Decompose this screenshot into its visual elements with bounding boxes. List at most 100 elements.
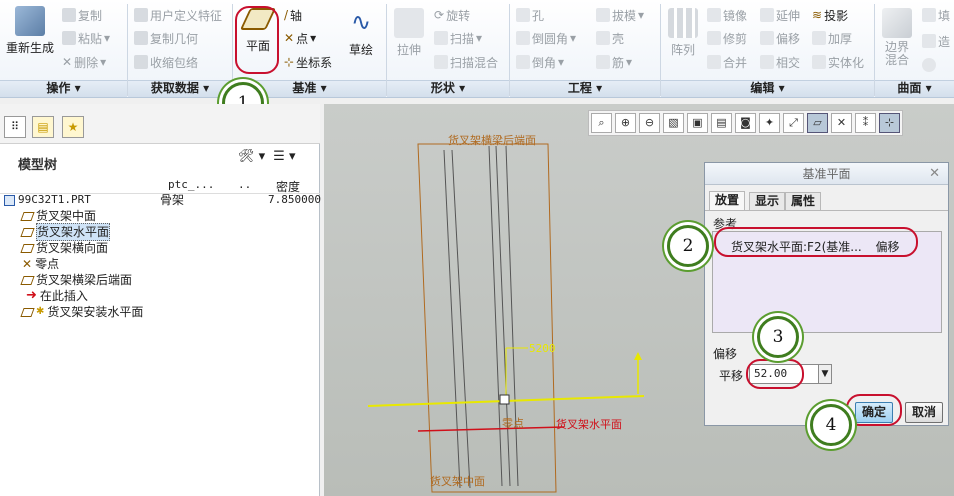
chevron-down-icon: ▼ — [821, 369, 829, 379]
chamfer-button[interactable]: 倒角 ▾ — [516, 53, 564, 71]
copy-button[interactable]: 复制 — [62, 6, 102, 24]
zoom-in-icon: ⊕ — [620, 116, 631, 129]
offset-button[interactable]: 偏移 — [760, 29, 800, 47]
ribbon: 重新生成 复制 粘贴 ▾ ✕ 删除 ▾ 用户定义特征 复制几何 收缩包络 平面 /… — [0, 0, 954, 98]
tree-item-mount-plane[interactable]: ✱ 货叉架安装水平面 — [20, 304, 143, 320]
sketch-button[interactable]: ∿ 草绘 — [344, 8, 378, 58]
offset-dropdown-button[interactable]: ▼ — [818, 364, 832, 384]
tab-folder-browser[interactable]: ▤ — [32, 116, 54, 138]
cancel-button[interactable]: 取消 — [905, 402, 944, 423]
axis-button[interactable]: / 轴 — [284, 6, 302, 24]
tree-item-zero-point[interactable]: ✕ 零点 — [22, 256, 59, 272]
axis-icon: / — [284, 8, 289, 22]
tab-placement[interactable]: 放置 — [709, 191, 746, 211]
fill-button[interactable]: 填 — [922, 6, 950, 24]
pattern-button[interactable]: 阵列 — [666, 8, 700, 58]
extrude-button[interactable]: 拉伸 — [392, 8, 426, 58]
extend-button[interactable]: 延伸 — [760, 6, 800, 24]
hole-button[interactable]: 孔 — [516, 6, 544, 24]
axis-display-icon: ⤢ — [789, 116, 798, 129]
boundary-blend-button[interactable]: 边界混合 — [880, 8, 914, 67]
style-button[interactable]: 造 — [922, 32, 950, 50]
plane-icon — [20, 243, 35, 253]
point-tag-button[interactable]: ⁑ — [855, 113, 876, 133]
point-button[interactable]: ✕ 点 ▾ — [284, 29, 316, 47]
new-feature-icon: ✱ — [36, 306, 45, 317]
tree-item-lateral-plane[interactable]: 货叉架横向面 — [20, 240, 108, 256]
viewport-label-horizontal: 货叉架水平面 — [556, 418, 622, 431]
shell-button[interactable]: 壳 — [596, 29, 624, 47]
tree-item-horizontal-plane[interactable]: 货叉架水平面 — [20, 223, 111, 241]
delete-button[interactable]: ✕ 删除 ▾ — [62, 53, 106, 71]
csys-button[interactable]: ⊹ 坐标系 — [284, 53, 332, 71]
sweep-icon — [434, 31, 448, 45]
repaint-button[interactable]: ▧ — [663, 113, 684, 133]
merge-button[interactable]: 合并 — [707, 53, 747, 71]
zoom-out-button[interactable]: ⊖ — [639, 113, 660, 133]
saved-views-button[interactable]: ▤ — [711, 113, 732, 133]
tab-display[interactable]: 显示 — [749, 192, 786, 210]
group-engineering[interactable]: 工程 ▾ — [510, 80, 660, 97]
group-shapes[interactable]: 形状 ▾ — [387, 80, 509, 97]
tree-item-insert-here[interactable]: ➜ 在此插入 — [26, 288, 88, 304]
column-header[interactable]: ptc_... — [168, 178, 214, 191]
trim-icon — [707, 31, 721, 45]
sweep-button[interactable]: 扫描 ▾ — [434, 29, 482, 47]
root-density: 7.850000 — [268, 193, 321, 206]
camera-icon: ◙ — [740, 116, 751, 129]
csys-display-icon: ⊹ — [884, 116, 895, 129]
revolve-button[interactable]: ⟳ 旋转 — [434, 6, 470, 24]
zoom-fit-icon: ⌕ — [598, 116, 605, 129]
tab-properties[interactable]: 属性 — [785, 192, 822, 210]
shrinkwrap-button[interactable]: 收缩包络 — [134, 53, 198, 71]
paste-button[interactable]: 粘贴 ▾ — [62, 29, 110, 47]
dialog-title-bar: 基准平面 ✕ — [705, 163, 948, 185]
tree-columns-button[interactable]: ☰ ▾ — [273, 149, 295, 164]
freestyle-button[interactable] — [922, 56, 936, 74]
viewport-label-top: 货叉架横梁后端面 — [448, 134, 536, 147]
rib-icon — [596, 55, 610, 69]
dimension-value[interactable]: 5200 — [529, 342, 556, 355]
group-surfaces[interactable]: 曲面 ▾ — [875, 80, 954, 97]
axis-display-button[interactable]: ⤢ — [783, 113, 804, 133]
intersect-button[interactable]: 相交 — [760, 53, 800, 71]
thicken-button[interactable]: 加厚 — [812, 29, 852, 47]
swept-blend-button[interactable]: 扫描混合 — [434, 53, 498, 71]
zoom-out-icon: ⊖ — [644, 116, 655, 129]
tree-settings-button[interactable]: 🛠 ▾ — [238, 149, 265, 164]
point-display-button[interactable]: ✕ — [831, 113, 852, 133]
trim-button[interactable]: 修剪 — [707, 29, 747, 47]
round-button[interactable]: 倒圆角 ▾ — [516, 29, 576, 47]
tree-root[interactable]: 99C32T1.PRT — [4, 192, 91, 208]
reference-highlight — [714, 227, 918, 257]
group-get-data[interactable]: 获取数据 ▾ — [128, 80, 232, 97]
mirror-button[interactable]: 镜像 — [707, 6, 747, 24]
spin-center-button[interactable]: ✦ — [759, 113, 780, 133]
close-icon[interactable]: ✕ — [929, 163, 940, 185]
rib-button[interactable]: 筋 ▾ — [596, 53, 632, 71]
tab-favorites[interactable]: ★ — [62, 116, 84, 138]
display-style-button[interactable]: ▣ — [687, 113, 708, 133]
copy-geometry-button[interactable]: 复制几何 — [134, 29, 198, 47]
zoom-fit-button[interactable]: ⌕ — [591, 113, 612, 133]
intersect-icon — [760, 55, 774, 69]
column-header[interactable]: .. — [238, 178, 251, 191]
offset-type-label: 平移 — [719, 369, 744, 383]
project-button[interactable]: ≋ 投影 — [812, 6, 848, 24]
tree-item-mid-plane[interactable]: 货叉架中面 — [20, 208, 96, 224]
udf-button[interactable]: 用户定义特征 — [134, 6, 222, 24]
drag-handle — [499, 394, 510, 405]
csys-display-button[interactable]: ⊹ — [879, 113, 900, 133]
boundary-blend-icon — [882, 8, 912, 38]
group-editing[interactable]: 编辑 ▾ — [661, 80, 874, 97]
tab-model-tree[interactable]: ⠿ — [4, 116, 26, 138]
zoom-in-button[interactable]: ⊕ — [615, 113, 636, 133]
solidify-button[interactable]: 实体化 — [812, 53, 864, 71]
folder-icon: ▤ — [37, 120, 49, 134]
group-operations[interactable]: 操作 ▾ — [0, 80, 127, 97]
regenerate-button[interactable]: 重新生成 — [4, 6, 56, 56]
view-manager-button[interactable]: ◙ — [735, 113, 756, 133]
plane-display-button[interactable]: ▱ — [807, 113, 828, 133]
tree-item-rear-plane[interactable]: 货叉架横梁后端面 — [20, 272, 132, 288]
draft-button[interactable]: 拔模 ▾ — [596, 6, 644, 24]
